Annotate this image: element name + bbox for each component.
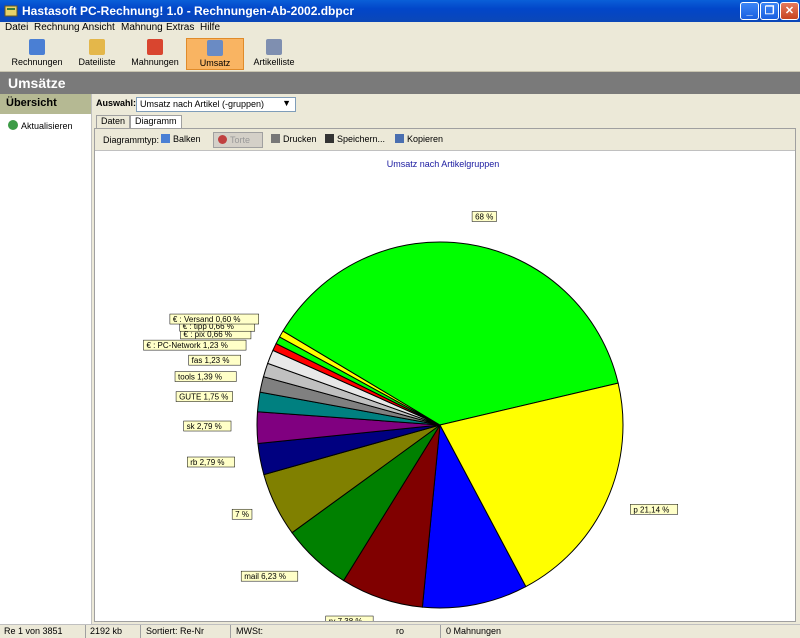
toolbar-mahnungen-label: Mahnungen bbox=[131, 57, 179, 67]
pie-slice-label: fas 1,23 % bbox=[192, 356, 230, 365]
toolbar-umsatz-button[interactable]: Umsatz bbox=[186, 38, 244, 70]
pie-slice-label: rb 2,79 % bbox=[190, 458, 224, 467]
pie-slice-label: 7 % bbox=[235, 510, 249, 519]
pie-slice-label: € : Versand 0,60 % bbox=[173, 315, 241, 324]
toolbar-rechnungen-label: Rechnungen bbox=[11, 57, 63, 67]
chevron-down-icon: ▼ bbox=[282, 98, 291, 108]
save-label: Speichern... bbox=[337, 134, 386, 144]
diagram-type-label: Diagrammtyp: bbox=[103, 135, 160, 145]
printer-icon bbox=[271, 134, 280, 143]
status-divider bbox=[230, 625, 231, 638]
close-button[interactable]: ✕ bbox=[780, 2, 799, 20]
window-title: Hastasoft PC-Rechnung! 1.0 - Rechnungen-… bbox=[22, 4, 355, 18]
status-divider bbox=[140, 625, 141, 638]
sidebar: Übersicht Aktualisieren bbox=[0, 94, 92, 624]
toolbar-rechnungen-button[interactable]: Rechnungen bbox=[8, 38, 66, 70]
toolbar-umsatz-label: Umsatz bbox=[199, 58, 231, 68]
tab-diagramm[interactable]: Diagramm bbox=[130, 115, 182, 129]
pie-slice-label: p 21,14 % bbox=[633, 505, 669, 514]
pie-slice-label: rv 7,38 % bbox=[329, 617, 363, 621]
pie-slice-label: GUTE 1,75 % bbox=[179, 393, 228, 402]
print-button[interactable]: Drucken bbox=[267, 132, 321, 148]
toolbar-dateiliste-label: Dateiliste bbox=[78, 57, 116, 67]
save-icon bbox=[325, 134, 334, 143]
diagram-panel: Diagrammtyp: Balken Torte Drucken Speich… bbox=[94, 128, 796, 634]
auswahl-value: Umsatz nach Artikel (-gruppen) bbox=[140, 99, 265, 109]
main-toolbar: Rechnungen Dateiliste Mahnungen Umsatz A… bbox=[0, 36, 800, 72]
title-bar: Hastasoft PC-Rechnung! 1.0 - Rechnungen-… bbox=[0, 0, 800, 22]
copy-icon bbox=[395, 134, 404, 143]
sidebar-header: Übersicht bbox=[0, 94, 91, 114]
toolbar-dateiliste-button[interactable]: Dateiliste bbox=[72, 38, 122, 70]
toolbar-artikelliste-label: Artikelliste bbox=[253, 57, 295, 67]
refresh-icon bbox=[8, 120, 18, 130]
status-record: Re 1 von 3851 bbox=[4, 626, 63, 636]
folder-icon bbox=[89, 39, 105, 55]
section-title: Umsätze bbox=[0, 72, 800, 94]
menu-bar: Datei Rechnung Ansicht Mahnung Extras Hi… bbox=[0, 22, 800, 36]
chart-title: Umsatz nach Artikelgruppen bbox=[387, 159, 500, 169]
pie-chart: Umsatz nach Artikelgruppen in 9,42 %rv 7… bbox=[143, 159, 679, 634]
pie-chart-label: Torte bbox=[230, 135, 251, 145]
status-divider bbox=[85, 625, 86, 638]
copy-button[interactable]: Kopieren bbox=[391, 132, 447, 148]
pie-slice-label: € : PC-Network 1,23 % bbox=[146, 341, 227, 350]
app-icon bbox=[4, 5, 18, 17]
pie-slice-label: sk 2,79 % bbox=[187, 422, 222, 431]
menu-mahnung[interactable]: Mahnung bbox=[121, 22, 163, 34]
minimize-button[interactable]: _ bbox=[740, 2, 759, 20]
pie-chart-icon bbox=[218, 135, 227, 144]
bar-chart-label: Balken bbox=[173, 134, 201, 144]
maximize-button[interactable]: ❐ bbox=[760, 2, 779, 20]
auswahl-label: Auswahl: bbox=[96, 98, 137, 108]
status-bar: Re 1 von 3851 2192 kb Sortiert: Re-Nr MW… bbox=[0, 624, 800, 638]
status-amount: ro bbox=[396, 626, 405, 636]
print-label: Drucken bbox=[283, 134, 317, 144]
status-divider bbox=[440, 625, 441, 638]
status-sort: Sortiert: Re-Nr bbox=[146, 626, 205, 636]
sidebar-refresh-item[interactable]: Aktualisieren bbox=[8, 120, 73, 131]
status-mahnungen: 0 Mahnungen bbox=[446, 626, 502, 636]
status-size: 2192 kb bbox=[90, 626, 123, 636]
menu-datei[interactable]: Datei bbox=[5, 22, 28, 34]
menu-hilfe[interactable]: Hilfe bbox=[200, 22, 220, 34]
toolbar-mahnungen-button[interactable]: Mahnungen bbox=[128, 38, 182, 70]
chart-toolbar: Diagrammtyp: Balken Torte Drucken Speich… bbox=[95, 129, 795, 151]
menu-rechnung[interactable]: Rechnung bbox=[34, 22, 80, 34]
pie-chart-area: Umsatz nach Artikelgruppen in 9,42 %rv 7… bbox=[95, 151, 795, 634]
menu-ansicht[interactable]: Ansicht bbox=[82, 22, 115, 34]
tab-daten[interactable]: Daten bbox=[96, 115, 131, 128]
bar-chart-button[interactable]: Balken bbox=[157, 132, 205, 148]
menu-extras[interactable]: Extras bbox=[166, 22, 194, 34]
copy-label: Kopieren bbox=[407, 134, 444, 144]
bar-chart-icon bbox=[161, 134, 170, 143]
status-mwst: MWSt: bbox=[236, 626, 263, 636]
auswahl-dropdown[interactable]: Umsatz nach Artikel (-gruppen) ▼ bbox=[136, 97, 296, 112]
reminder-icon bbox=[147, 39, 163, 55]
pie-slice-label: mail 6,23 % bbox=[244, 572, 286, 581]
chart-icon bbox=[207, 40, 223, 56]
pie-chart-button[interactable]: Torte bbox=[213, 132, 263, 148]
pie-slice-label: tools 1,39 % bbox=[178, 373, 222, 382]
list-icon bbox=[266, 39, 282, 55]
sidebar-refresh-label: Aktualisieren bbox=[21, 121, 73, 131]
main-content: Auswahl: Umsatz nach Artikel (-gruppen) … bbox=[92, 94, 800, 634]
save-button[interactable]: Speichern... bbox=[321, 132, 389, 148]
invoice-icon bbox=[29, 39, 45, 55]
pie-slice-label: 68 % bbox=[475, 212, 493, 221]
toolbar-artikelliste-button[interactable]: Artikelliste bbox=[248, 38, 300, 70]
